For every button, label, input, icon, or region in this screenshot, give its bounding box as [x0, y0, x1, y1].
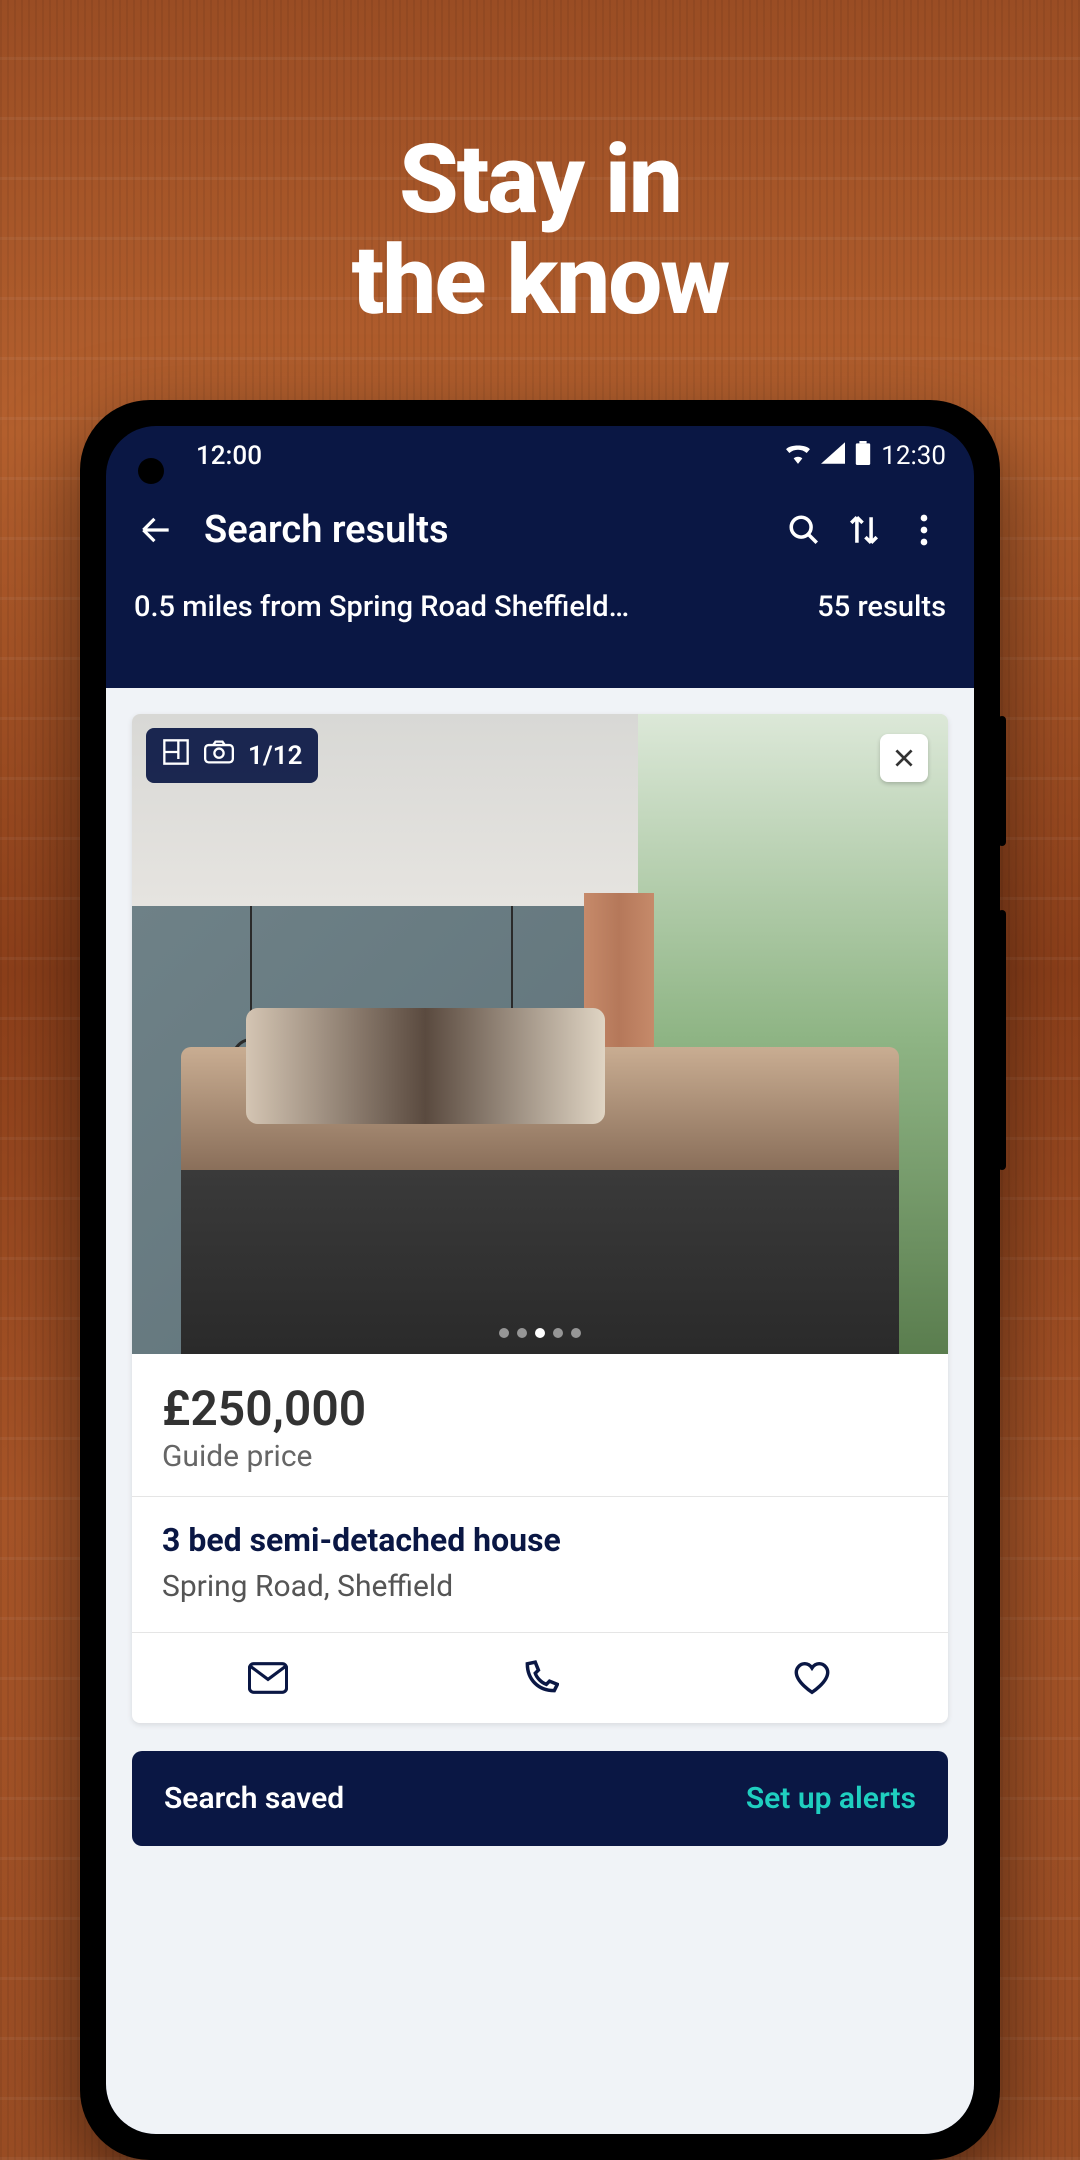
search-saved-toast: Search saved Set up alerts — [132, 1751, 948, 1846]
action-row — [132, 1632, 948, 1723]
floorplan-icon — [162, 738, 190, 773]
filter-bar: 0.5 miles from Spring Road Sheffield… 55… — [106, 590, 974, 660]
email-button[interactable] — [132, 1633, 404, 1723]
wifi-icon — [785, 441, 811, 471]
status-time-right: 12:30 — [881, 441, 946, 471]
promo-line-2: the know — [0, 231, 1080, 332]
listing-address: Spring Road, Sheffield — [162, 1569, 918, 1604]
dot-active — [535, 1328, 545, 1338]
photo-pillows — [246, 1008, 605, 1123]
results-count: 55 results — [817, 590, 946, 624]
call-button[interactable] — [404, 1633, 676, 1723]
dot — [571, 1328, 581, 1338]
listing-title: 3 bed semi-detached house — [162, 1521, 918, 1559]
carousel-dots — [499, 1328, 581, 1338]
close-button[interactable] — [880, 734, 928, 782]
search-button[interactable] — [774, 500, 834, 560]
price-block: £250,000 Guide price — [132, 1354, 948, 1496]
price-label: Guide price — [162, 1439, 918, 1474]
phone-frame: 12:00 12:30 Search results — [80, 400, 1000, 2160]
status-time-left: 12:00 — [196, 441, 262, 471]
setup-alerts-link[interactable]: Set up alerts — [746, 1781, 916, 1816]
camera-hole — [138, 458, 164, 484]
favourite-button[interactable] — [676, 1633, 948, 1723]
promo-line-1: Stay in — [0, 130, 1080, 231]
app-header: Search results — [106, 486, 974, 590]
photo-badge[interactable]: 1/12 — [146, 728, 318, 783]
listing-card[interactable]: 1/12 £250,000 Guide price — [132, 714, 948, 1723]
photo-counter: 1/12 — [248, 741, 302, 771]
status-right: 12:30 — [785, 441, 946, 472]
camera-icon — [204, 740, 234, 771]
phone-side-button-2 — [998, 910, 1006, 1170]
description-block: 3 bed semi-detached house Spring Road, S… — [132, 1497, 948, 1632]
phone-screen: 12:00 12:30 Search results — [106, 426, 974, 2134]
dot — [517, 1328, 527, 1338]
sort-button[interactable] — [834, 500, 894, 560]
promo-headline: Stay in the know — [0, 130, 1080, 332]
listing-photo[interactable]: 1/12 — [132, 714, 948, 1354]
results-area: 1/12 £250,000 Guide price — [106, 688, 974, 2134]
toast-message: Search saved — [164, 1781, 344, 1816]
back-button[interactable] — [126, 500, 186, 560]
dot — [499, 1328, 509, 1338]
battery-icon — [855, 441, 871, 472]
page-title: Search results — [204, 508, 449, 552]
listing-price: £250,000 — [162, 1380, 918, 1437]
filter-location[interactable]: 0.5 miles from Spring Road Sheffield… — [134, 590, 629, 624]
status-bar: 12:00 12:30 — [106, 426, 974, 486]
more-button[interactable] — [894, 500, 954, 560]
cellular-icon — [821, 441, 845, 471]
phone-side-button-1 — [998, 716, 1006, 846]
dot — [553, 1328, 563, 1338]
